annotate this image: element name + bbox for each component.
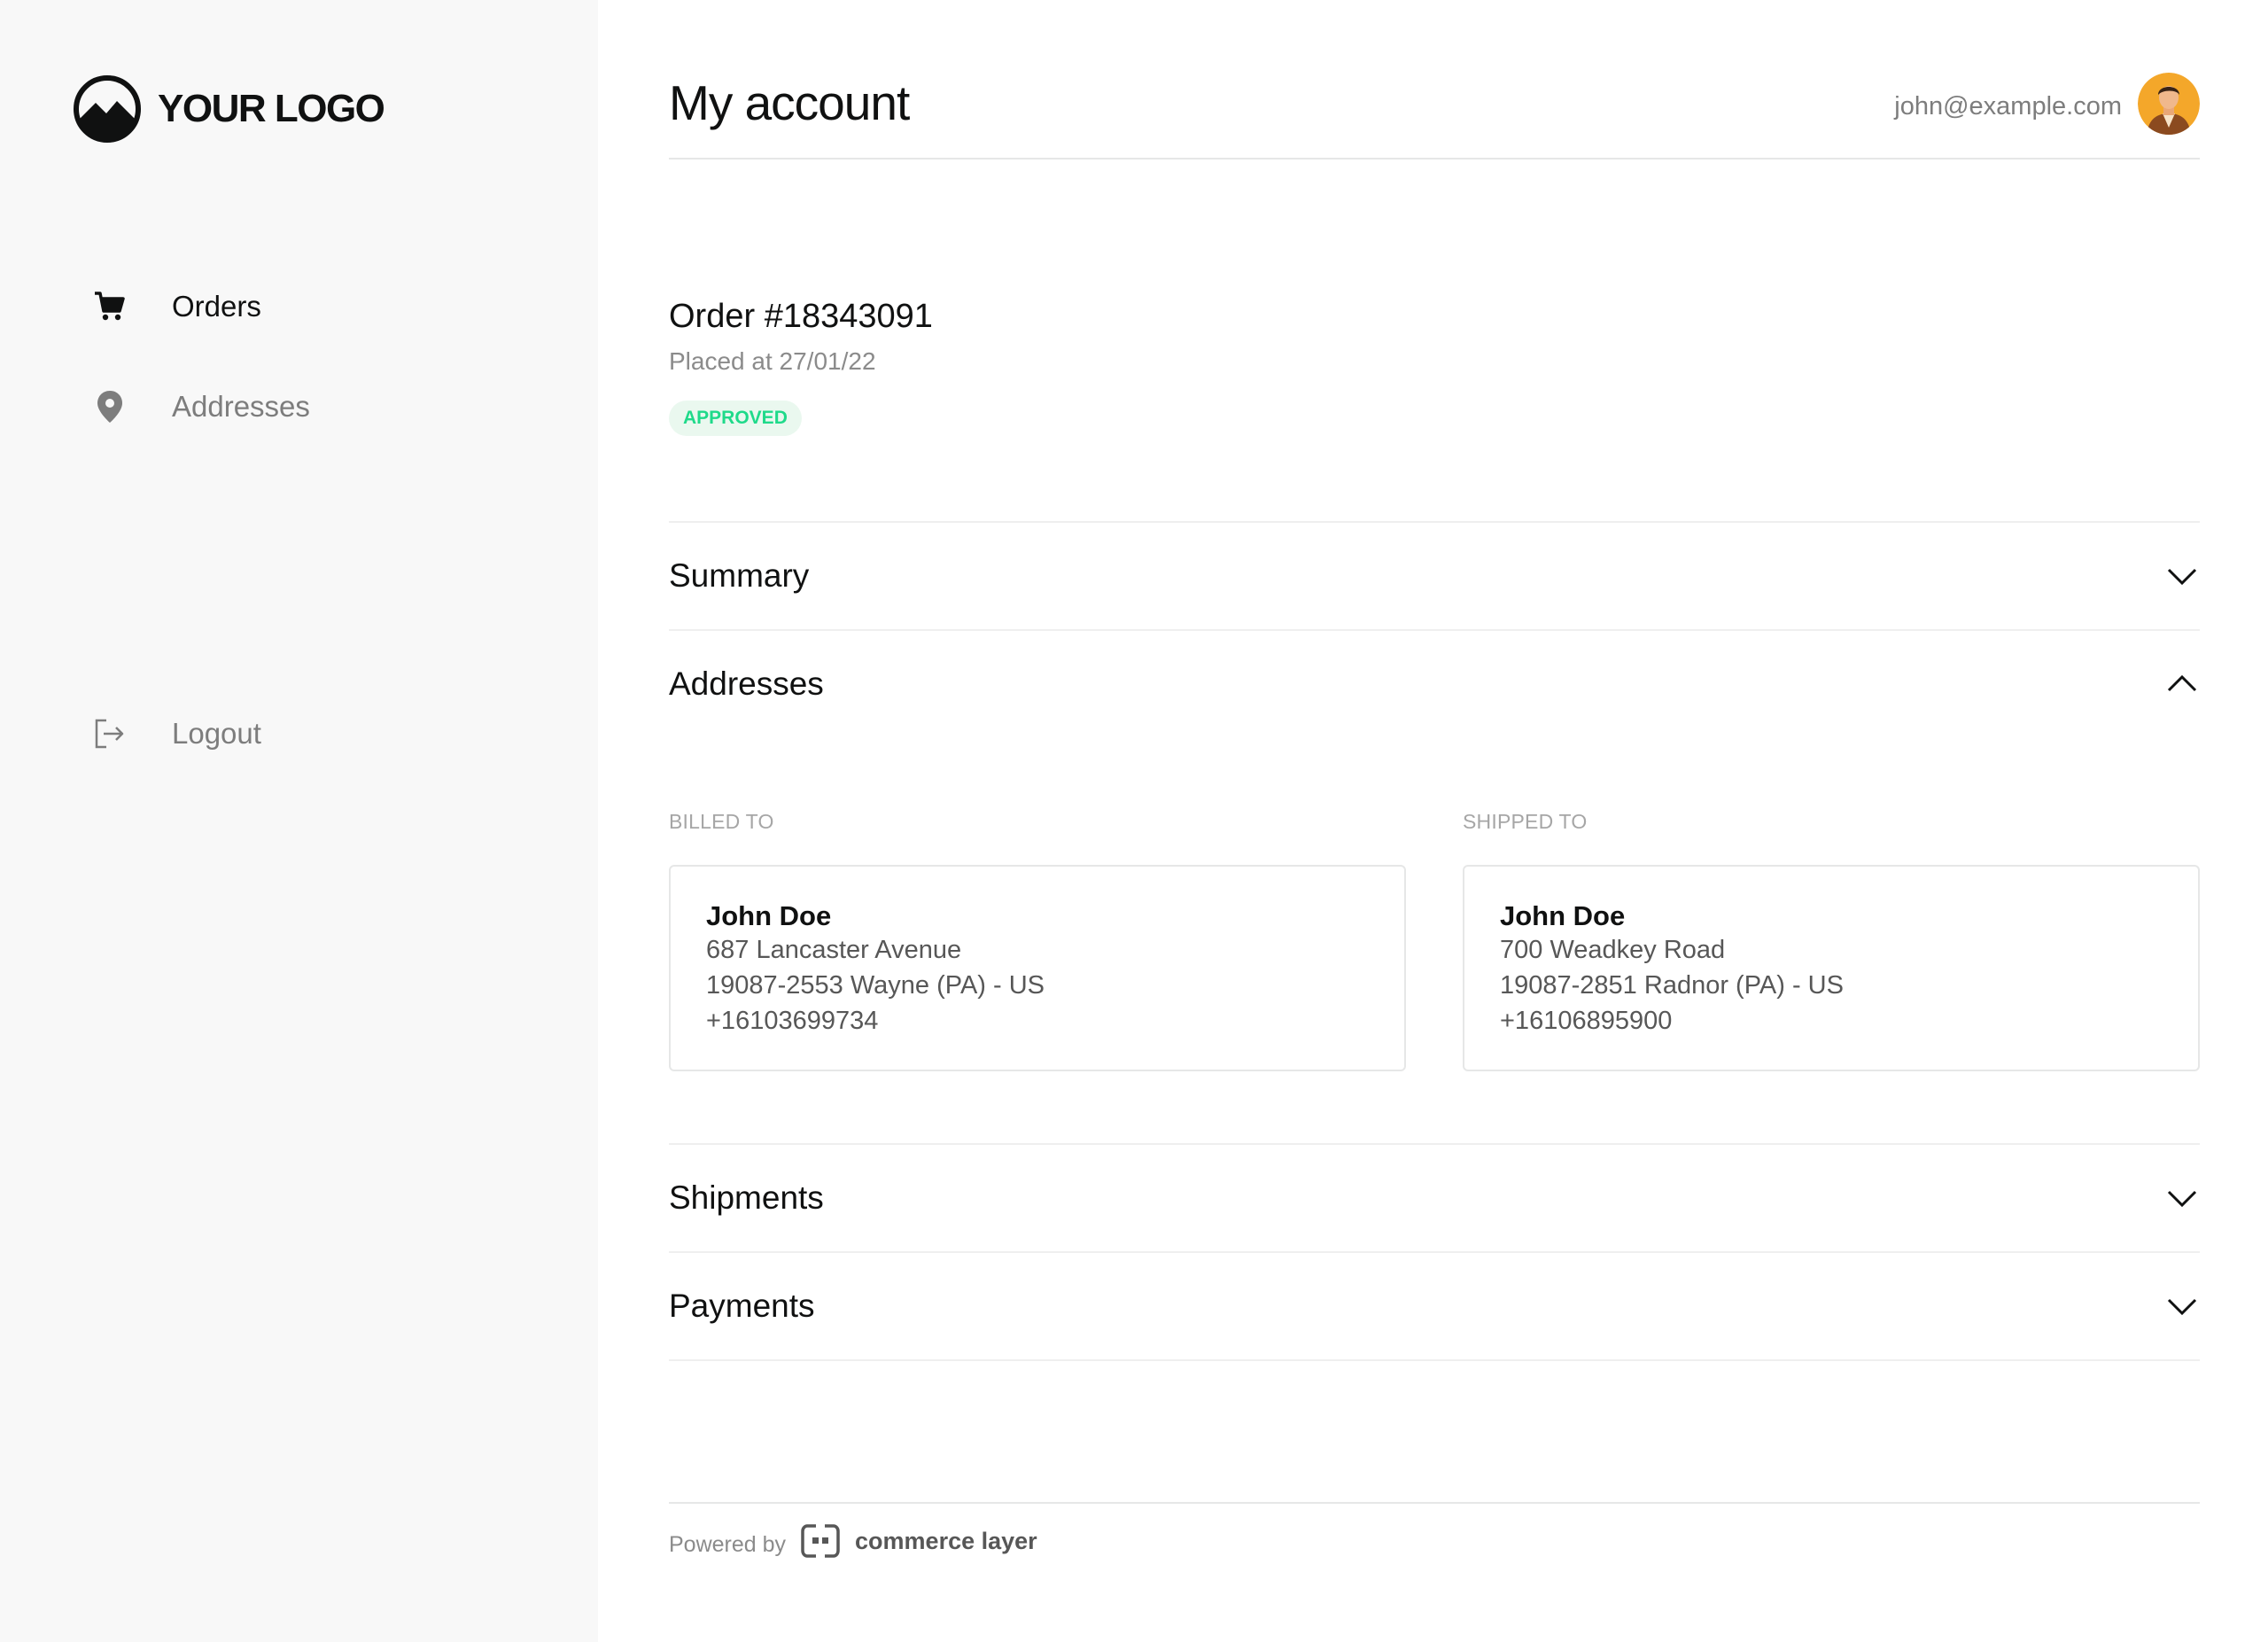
address-city: 19087-2851 Radnor (PA) - US — [1500, 971, 1844, 1000]
status-badge: APPROVED — [669, 401, 802, 436]
address-phone: +16106895900 — [1500, 1007, 1673, 1035]
footer: Powered by commerce layer — [669, 1522, 1037, 1560]
avatar[interactable] — [2138, 73, 2200, 135]
sidebar-item-label: Addresses — [172, 390, 310, 423]
mountain-circle-icon — [74, 75, 141, 143]
summary-section-toggle[interactable]: Summary — [669, 523, 2200, 629]
section-title: Shipments — [669, 1179, 824, 1216]
divider — [669, 1359, 2200, 1361]
address-line: 687 Lancaster Avenue — [706, 936, 962, 964]
shipping-address-card: John Doe 700 Weadkey Road 19087-2851 Rad… — [1463, 865, 2200, 1071]
chevron-down-icon — [2167, 1190, 2197, 1208]
order-placed-date: Placed at 27/01/22 — [669, 347, 876, 375]
address-city: 19087-2553 Wayne (PA) - US — [706, 971, 1045, 1000]
section-title: Summary — [669, 557, 810, 594]
billed-to-label: BILLED TO — [669, 810, 774, 833]
billing-address-card: John Doe 687 Lancaster Avenue 19087-2553… — [669, 865, 1406, 1071]
order-number: Order #18343091 — [669, 298, 933, 335]
logo-text: YOUR LOGO — [158, 87, 385, 130]
logout-icon — [92, 716, 128, 751]
payments-section-toggle[interactable]: Payments — [669, 1253, 2200, 1359]
chevron-down-icon — [2167, 568, 2197, 586]
shipped-to-label: SHIPPED TO — [1463, 810, 1588, 833]
addresses-section-toggle[interactable]: Addresses — [669, 631, 2200, 737]
sidebar-item-label: Logout — [172, 717, 261, 750]
section-title: Payments — [669, 1288, 815, 1324]
sidebar-item-orders[interactable]: Orders — [92, 289, 261, 324]
section-title: Addresses — [669, 665, 824, 702]
map-pin-icon — [92, 389, 128, 424]
address-phone: +16103699734 — [706, 1007, 879, 1035]
logo[interactable]: YOUR LOGO — [73, 74, 385, 144]
sidebar-item-label: Orders — [172, 290, 261, 323]
sidebar: YOUR LOGO Orders Addresses Logout — [0, 0, 598, 1642]
header-divider — [669, 158, 2200, 160]
footer-divider — [669, 1502, 2200, 1504]
address-line: 700 Weadkey Road — [1500, 936, 1726, 964]
commerce-layer-logo-icon — [801, 1524, 840, 1558]
chevron-down-icon — [2167, 1298, 2197, 1316]
chevron-up-icon — [2167, 674, 2197, 692]
app: YOUR LOGO Orders Addresses Logout My acc… — [0, 0, 2268, 1642]
logout-button[interactable]: Logout — [92, 716, 261, 751]
address-name: John Doe — [1500, 900, 1626, 931]
commerce-layer-brand[interactable]: commerce layer — [855, 1528, 1037, 1555]
powered-by-text: Powered by — [669, 1531, 787, 1557]
shipments-section-toggle[interactable]: Shipments — [669, 1145, 2200, 1251]
address-name: John Doe — [706, 900, 832, 931]
sidebar-item-addresses[interactable]: Addresses — [92, 389, 310, 424]
cart-icon — [92, 289, 128, 324]
user-email: john@example.com — [1894, 92, 2122, 121]
page-title: My account — [669, 75, 910, 130]
